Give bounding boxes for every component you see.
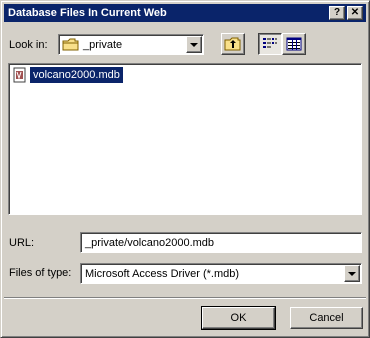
file-type-label: Files of type: — [9, 267, 72, 279]
help-button[interactable]: ? — [329, 6, 345, 20]
url-label: URL: — [9, 237, 35, 249]
up-folder-icon — [224, 37, 241, 51]
separator — [4, 297, 366, 299]
file-name: volcano2000.mdb — [30, 67, 123, 83]
url-value: _private/volcano2000.mdb — [85, 236, 215, 249]
look-in-dropdown-arrow[interactable] — [186, 36, 202, 53]
ok-button-label: OK — [230, 312, 247, 324]
ok-button[interactable]: OK — [201, 306, 276, 330]
chevron-down-icon — [190, 42, 198, 47]
database-file-icon — [13, 67, 26, 83]
folder-icon — [62, 38, 79, 50]
chevron-down-icon — [348, 271, 356, 276]
close-button[interactable]: ✕ — [347, 6, 363, 20]
list-view-icon — [263, 38, 277, 48]
help-icon: ? — [333, 7, 341, 18]
cancel-button-label: Cancel — [309, 312, 344, 324]
file-type-dropdown-arrow[interactable] — [344, 265, 360, 282]
look-in-label: Look in: — [9, 39, 48, 51]
close-icon: ✕ — [350, 7, 360, 18]
cancel-button[interactable]: Cancel — [290, 307, 363, 329]
look-in-value: _private — [83, 38, 123, 51]
file-type-value: Microsoft Access Driver (*.mdb) — [85, 267, 240, 280]
title-bar[interactable]: Database Files In Current Web ? ✕ — [4, 4, 366, 22]
database-files-dialog: Database Files In Current Web ? ✕ Look i… — [0, 0, 370, 338]
window-title: Database Files In Current Web — [8, 7, 167, 19]
file-list[interactable]: volcano2000.mdb — [8, 63, 362, 215]
file-type-dropdown[interactable]: Microsoft Access Driver (*.mdb) — [80, 263, 362, 284]
details-view-icon — [286, 37, 302, 51]
url-input[interactable]: _private/volcano2000.mdb — [80, 232, 362, 253]
look-in-dropdown[interactable]: _private — [58, 34, 204, 55]
up-one-level-button[interactable] — [221, 33, 245, 55]
list-view-button[interactable] — [258, 33, 282, 55]
file-item[interactable]: volcano2000.mdb — [12, 67, 123, 83]
details-view-button[interactable] — [282, 33, 306, 55]
